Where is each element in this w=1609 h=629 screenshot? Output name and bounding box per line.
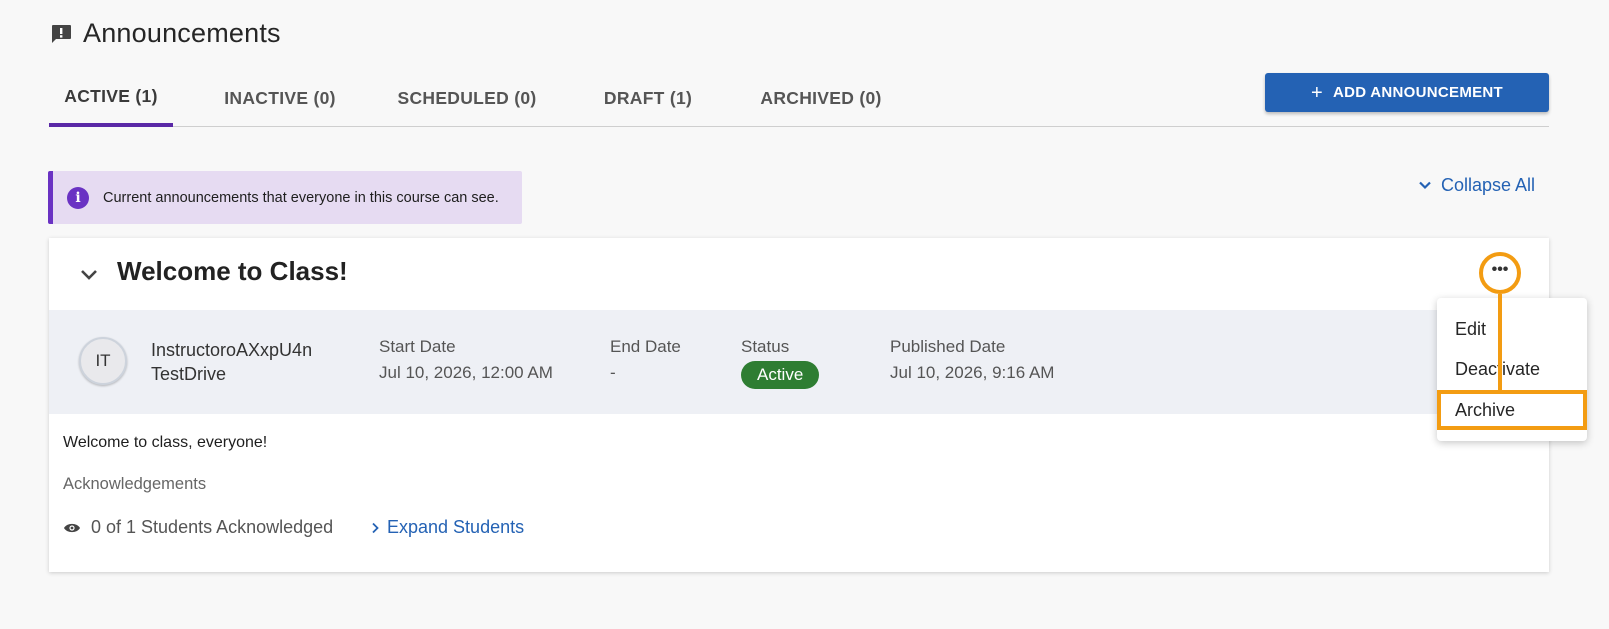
announcement-title: Welcome to Class! — [117, 256, 348, 286]
published-date: Published Date Jul 10, 2026, 9:16 AM — [890, 337, 1054, 383]
add-announcement-label: ADD ANNOUNCEMENT — [1332, 84, 1504, 101]
status-badge: Active — [741, 361, 820, 389]
announcement-icon — [52, 24, 71, 43]
info-banner-text: Current announcements that everyone in t… — [103, 189, 499, 206]
author-name-line-1: InstructoroAXxpU4n — [151, 340, 313, 360]
more-options-icon: ••• — [1491, 261, 1509, 278]
collapse-all-label: Collapse All — [1441, 174, 1536, 195]
announcement-body: Welcome to class, everyone! — [63, 434, 268, 451]
collapse-announcement-chevron-icon[interactable] — [79, 265, 99, 285]
menu-item-edit[interactable]: Edit — [1437, 309, 1587, 349]
expand-students-label: Expand Students — [387, 517, 525, 537]
info-banner: i Current announcements that everyone in… — [48, 171, 522, 224]
published-date-label: Published Date — [890, 337, 1006, 356]
author-name-line-2: TestDrive — [151, 364, 227, 384]
status-label: Status — [741, 337, 790, 356]
chevron-right-icon — [372, 522, 379, 533]
chevron-down-icon — [1419, 181, 1431, 190]
author-name: InstructoroAXxpU4n TestDrive — [151, 338, 312, 386]
plus-icon: + — [1310, 81, 1323, 104]
acknowledgement-count-text: 0 of 1 Students Acknowledged — [91, 517, 334, 537]
acknowledgements-heading: Acknowledgements — [63, 475, 207, 493]
collapse-all-button[interactable]: Collapse All — [1418, 171, 1535, 199]
acknowledgement-count: 0 of 1 Students Acknowledged — [63, 517, 333, 538]
page-title: Announcements — [83, 18, 281, 48]
announcement-meta: IT InstructoroAXxpU4n TestDrive Start Da… — [49, 310, 1549, 414]
end-date-label: End Date — [610, 337, 681, 356]
tab-active[interactable]: ACTIVE (1) — [49, 70, 173, 127]
tab-inactive[interactable]: INACTIVE (0) — [211, 70, 349, 127]
menu-item-deactivate[interactable]: Deactivate — [1437, 349, 1587, 389]
page-header: Announcements — [49, 18, 281, 49]
avatar: IT — [79, 337, 127, 385]
end-date-value: - — [610, 363, 616, 382]
more-options-button[interactable]: ••• — [1479, 252, 1521, 294]
announcement-card: Welcome to Class! ••• IT InstructoroAXxp… — [49, 238, 1549, 572]
eye-icon — [64, 523, 80, 532]
expand-students-link[interactable]: Expand Students — [371, 517, 524, 538]
tab-scheduled[interactable]: SCHEDULED (0) — [392, 70, 542, 127]
highlight-connector — [1498, 294, 1502, 391]
start-date-label: Start Date — [379, 337, 456, 356]
add-announcement-button[interactable]: + ADD ANNOUNCEMENT — [1265, 73, 1549, 112]
announcement-header: Welcome to Class! ••• — [49, 238, 1549, 310]
published-date-value: Jul 10, 2026, 9:16 AM — [890, 363, 1055, 382]
tab-draft[interactable]: DRAFT (1) — [593, 70, 703, 127]
info-icon: i — [67, 186, 89, 209]
tab-archived[interactable]: ARCHIVED (0) — [756, 70, 886, 127]
status: Status Active — [741, 337, 820, 389]
start-date-value: Jul 10, 2026, 12:00 AM — [379, 363, 553, 382]
more-options-menu: Edit Deactivate Archive — [1437, 298, 1587, 441]
menu-item-archive[interactable]: Archive — [1437, 390, 1587, 430]
end-date: End Date - — [610, 337, 681, 383]
start-date: Start Date Jul 10, 2026, 12:00 AM — [379, 337, 553, 383]
